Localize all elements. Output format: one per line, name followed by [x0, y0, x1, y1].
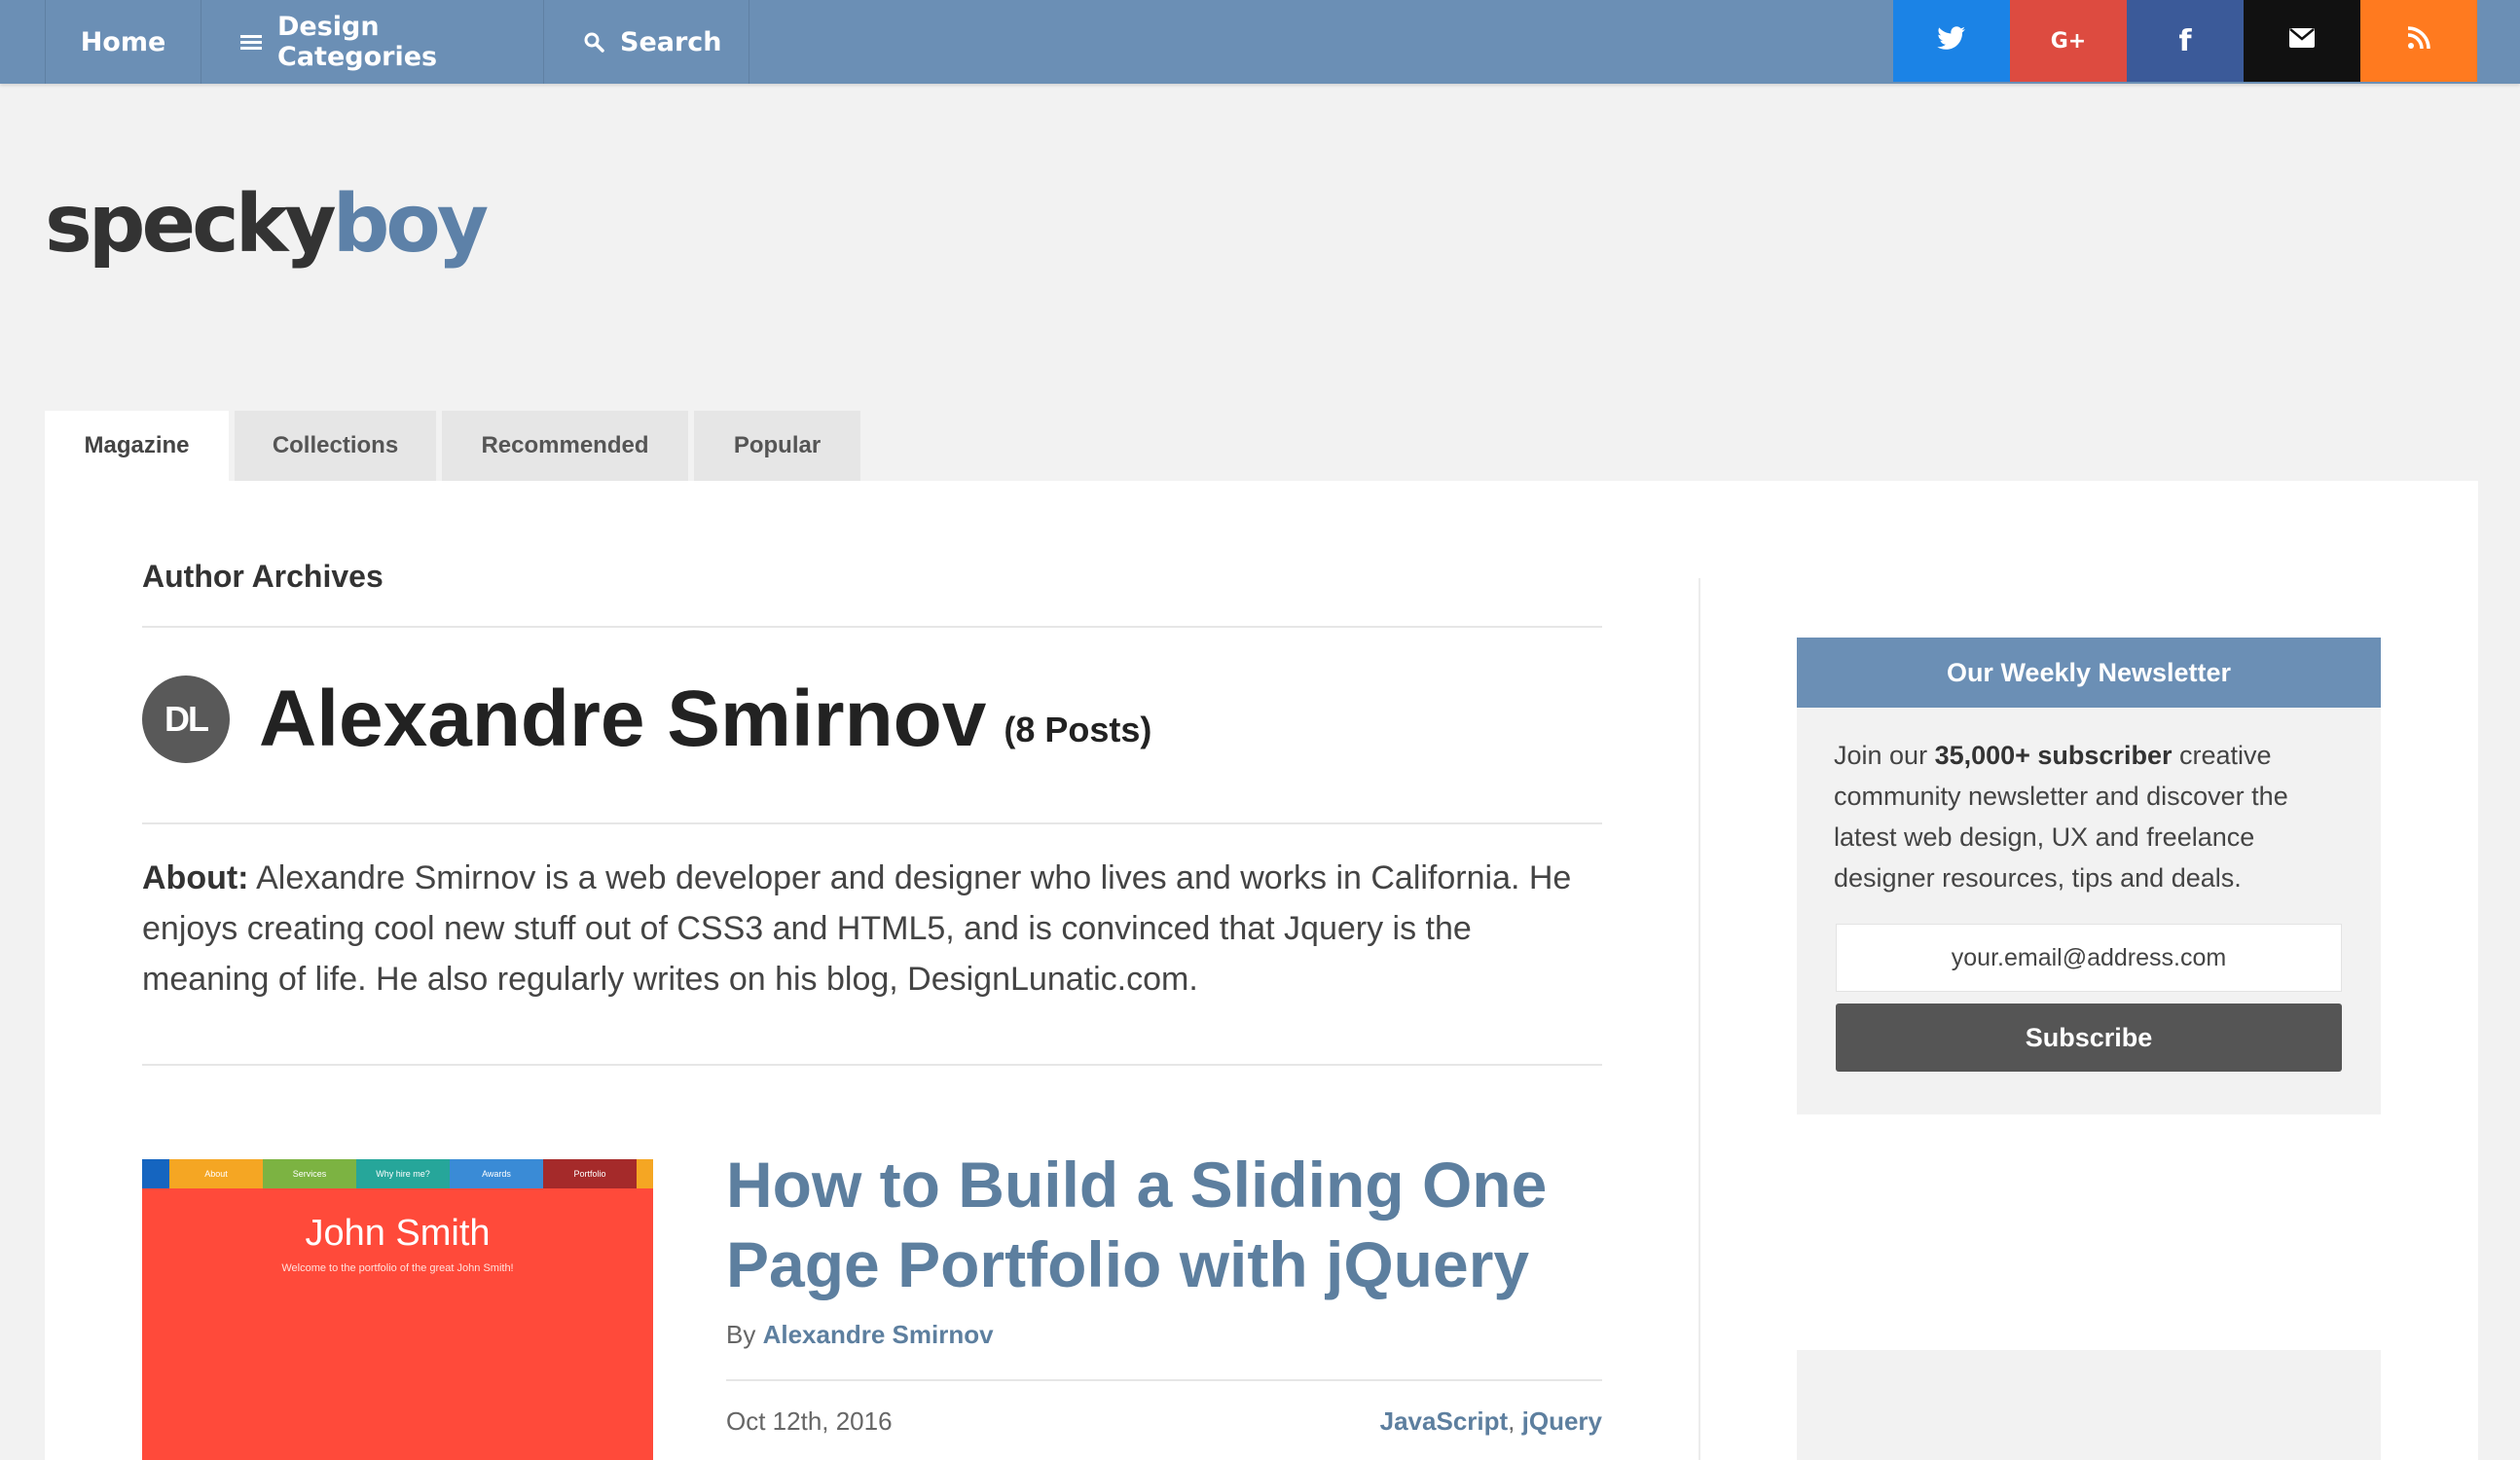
- divider: [142, 822, 1602, 824]
- about-text: Alexandre Smirnov is a web developer and…: [142, 859, 1572, 998]
- post-author-link[interactable]: Alexandre Smirnov: [763, 1320, 994, 1349]
- rss-button[interactable]: [2360, 0, 2477, 82]
- twitter-icon: [1937, 26, 1966, 55]
- site-logo[interactable]: speckyboy: [45, 185, 489, 265]
- tab-popular[interactable]: Popular: [694, 411, 860, 481]
- twitter-button[interactable]: [1893, 0, 2010, 82]
- tab-collections-label: Collections: [272, 432, 399, 458]
- nav-design-categories[interactable]: Design Categories: [201, 0, 544, 84]
- divider: [142, 626, 1602, 628]
- logo-text-part2: boy: [332, 178, 489, 271]
- nav-design-categories-label: Design Categories: [277, 12, 438, 72]
- newsletter-description: Join our 35,000+ subscriber creative com…: [1834, 735, 2350, 898]
- tab-popular-label: Popular: [733, 432, 822, 458]
- menu-icon: [240, 33, 262, 51]
- main-content: Author Archives DL Alexandre Smirnov (8 …: [45, 481, 2478, 1460]
- social-links: G+ f: [1893, 0, 2477, 82]
- thumb-nav-item: About: [169, 1159, 263, 1188]
- newsletter-text-before: Join our: [1834, 741, 1935, 770]
- author-bio: About: Alexandre Smirnov is a web develo…: [142, 853, 1602, 1004]
- section-tabs: Magazine Collections Recommended Popular: [45, 411, 860, 481]
- post-categories: JavaScript, jQuery: [1380, 1406, 1602, 1437]
- nav-search-label: Search: [620, 26, 722, 57]
- newsletter-heading: Our Weekly Newsletter: [1797, 638, 2381, 708]
- subscribe-button[interactable]: Subscribe: [1836, 1004, 2342, 1072]
- thumb-nav-item: Awards: [450, 1159, 543, 1188]
- newsletter-widget: Our Weekly Newsletter Join our 35,000+ s…: [1797, 638, 2381, 1114]
- tab-magazine[interactable]: Magazine: [45, 411, 229, 481]
- post-count: (8 Posts): [1004, 710, 1152, 749]
- category-link-jquery[interactable]: jQuery: [1522, 1406, 1602, 1436]
- nav-home-link[interactable]: Home: [46, 0, 201, 84]
- nav-home-label: Home: [80, 26, 166, 57]
- facebook-button[interactable]: f: [2127, 0, 2244, 82]
- google-plus-button[interactable]: G+: [2010, 0, 2127, 82]
- sidebar-divider: [1698, 578, 1700, 1460]
- facebook-icon: f: [2178, 23, 2192, 58]
- search-icon: [583, 31, 604, 53]
- google-plus-icon: G+: [2050, 28, 2087, 54]
- divider: [142, 1064, 1602, 1066]
- thumb-nav-item: Why hire me?: [356, 1159, 450, 1188]
- post-thumbnail[interactable]: About Services Why hire me? Awards Portf…: [142, 1159, 653, 1460]
- thumb-subtitle: Welcome to the portfolio of the great Jo…: [281, 1262, 514, 1274]
- avatar: DL: [142, 675, 230, 763]
- about-label: About:: [142, 859, 249, 896]
- thumb-nav-item: Portfolio: [543, 1159, 637, 1188]
- top-navigation-bar: Home Design Categories Search G+ f: [0, 0, 2520, 84]
- tab-collections[interactable]: Collections: [235, 411, 436, 481]
- byline-prefix: By: [726, 1320, 763, 1349]
- logo-text-part1: specky: [45, 178, 337, 271]
- nav-search[interactable]: Search: [544, 0, 749, 84]
- category-link-javascript[interactable]: JavaScript: [1380, 1406, 1509, 1436]
- mail-icon: [2289, 28, 2315, 54]
- email-button[interactable]: [2244, 0, 2360, 82]
- tab-recommended[interactable]: Recommended: [442, 411, 688, 481]
- author-name: Alexandre Smirnov: [259, 675, 987, 763]
- tab-magazine-label: Magazine: [84, 432, 190, 458]
- thumb-nav-swatch: [142, 1159, 169, 1188]
- divider: [726, 1379, 1602, 1381]
- thumb-title: John Smith: [305, 1213, 491, 1254]
- post-title-link[interactable]: How to Build a Sliding One Page Portfoli…: [726, 1145, 1602, 1304]
- post-date: Oct 12th, 2016: [726, 1406, 893, 1436]
- thumb-nav-bar: About Services Why hire me? Awards Portf…: [142, 1159, 653, 1188]
- email-field[interactable]: [1836, 924, 2342, 992]
- tab-recommended-label: Recommended: [481, 432, 649, 458]
- thumb-nav-swatch: [637, 1159, 653, 1188]
- main-nav: Home Design Categories Search: [45, 0, 749, 84]
- post-byline: By Alexandre Smirnov: [726, 1320, 994, 1350]
- thumb-nav-item: Services: [263, 1159, 356, 1188]
- newsletter-text-bold: 35,000+ subscriber: [1934, 741, 2173, 770]
- author-header: DL Alexandre Smirnov (8 Posts): [142, 675, 1151, 763]
- category-separator: ,: [1508, 1406, 1522, 1436]
- archive-title: Author Archives: [142, 559, 383, 594]
- rss-icon: [2407, 26, 2430, 55]
- sidebar-ad-placeholder: [1797, 1350, 2381, 1460]
